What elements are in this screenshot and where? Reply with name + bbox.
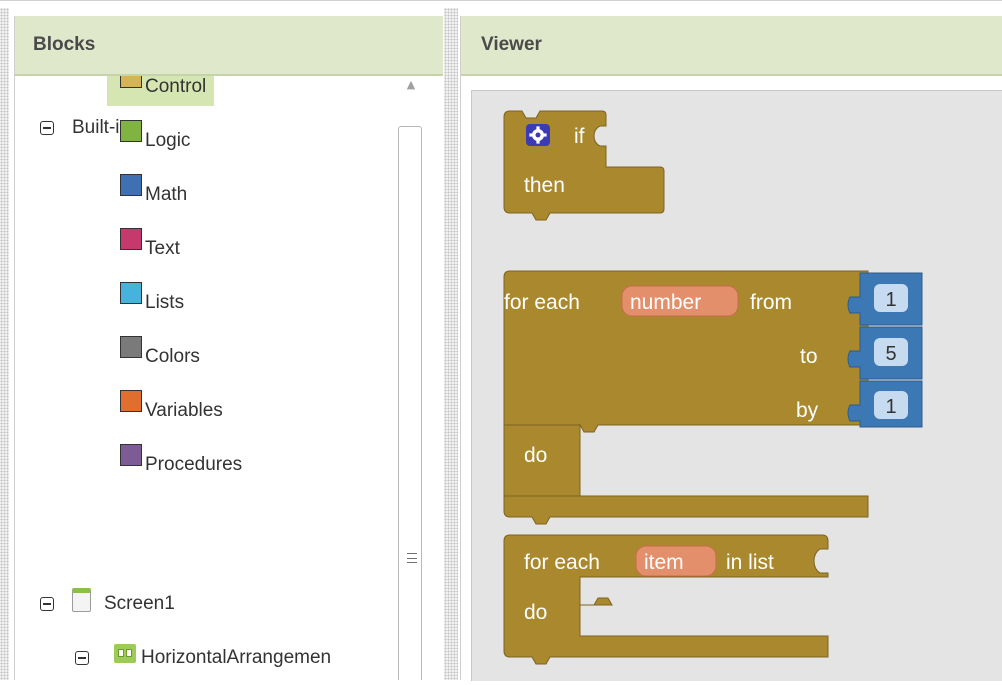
for-each-label: for each <box>504 291 580 314</box>
blocks-panel-title: Blocks <box>33 34 96 55</box>
from-label: from <box>750 291 792 314</box>
scrollbar-thumb[interactable] <box>398 126 422 680</box>
blocks-scrollbar[interactable]: ▲ <box>393 76 427 680</box>
for-each-number-block[interactable]: for each number from to by do 1 5 1 <box>503 270 923 525</box>
category-colors[interactable]: Colors <box>107 328 208 376</box>
category-label: Math <box>145 184 188 205</box>
if-label: if <box>574 125 585 148</box>
by-label: by <box>796 399 819 422</box>
screen-label: Screen1 <box>104 593 175 614</box>
if-then-block[interactable]: if then <box>503 110 665 221</box>
category-color-swatch-icon <box>120 282 142 304</box>
category-label: Variables <box>145 400 223 421</box>
category-variables[interactable]: Variables <box>107 382 231 430</box>
variable-item-label: item <box>644 551 684 574</box>
category-procedures[interactable]: Procedures <box>107 436 250 484</box>
from-value: 1 <box>885 289 896 311</box>
by-value: 1 <box>885 396 896 418</box>
category-color-swatch-icon <box>120 120 142 142</box>
category-math[interactable]: Math <box>107 166 195 214</box>
category-label: Lists <box>145 292 185 313</box>
window-top-border <box>0 0 1002 9</box>
blocks-workspace-svg[interactable]: if then for each number from to by do 1 … <box>472 91 1002 681</box>
category-label: Text <box>145 238 180 259</box>
collapse-toggle-icon[interactable] <box>40 121 54 135</box>
scroll-grip-icon <box>407 553 417 563</box>
then-label: then <box>524 174 565 197</box>
arrangement-label: HorizontalArrangemen <box>141 647 332 668</box>
category-color-swatch-icon <box>120 76 142 88</box>
collapse-toggle-icon[interactable] <box>40 597 54 611</box>
tree-item-screen1[interactable]: Screen1 <box>40 584 175 624</box>
category-color-swatch-icon <box>120 174 142 196</box>
to-value: 5 <box>885 343 896 365</box>
category-lists[interactable]: Lists <box>107 274 192 322</box>
in-list-label: in list <box>726 551 774 574</box>
category-label: Control <box>145 76 207 97</box>
variable-number-label: number <box>630 291 701 314</box>
scroll-up-arrow-icon[interactable]: ▲ <box>401 76 421 94</box>
collapse-toggle-icon[interactable] <box>75 651 89 665</box>
for-each-list-label: for each <box>524 551 600 574</box>
category-label: Procedures <box>145 454 243 475</box>
category-color-swatch-icon <box>120 228 142 250</box>
to-label: to <box>800 345 818 368</box>
viewer-panel: Viewer if then for each number from to b… <box>460 16 1002 681</box>
category-color-swatch-icon <box>120 336 142 358</box>
category-color-swatch-icon <box>120 444 142 466</box>
blocks-panel: Blocks Built-in Control Logic Math Text List… <box>14 16 443 680</box>
screen-icon <box>72 588 91 612</box>
category-label: Logic <box>145 130 191 151</box>
category-logic[interactable]: Logic <box>107 112 198 160</box>
panel-splitter[interactable] <box>444 8 458 680</box>
category-control[interactable]: Control <box>107 76 215 106</box>
category-color-swatch-icon <box>120 390 142 412</box>
left-frame-texture <box>0 8 9 680</box>
viewer-panel-title: Viewer <box>481 34 542 55</box>
tree-item-horizontal-arrangement[interactable]: HorizontalArrangemen <box>75 638 398 678</box>
category-text[interactable]: Text <box>107 220 188 268</box>
horizontal-arrangement-icon <box>114 643 136 663</box>
do-list-label: do <box>524 601 547 624</box>
category-label: Colors <box>145 346 200 367</box>
blocks-panel-header: Blocks <box>15 16 443 76</box>
do-label: do <box>524 444 547 467</box>
workspace-canvas[interactable]: if then for each number from to by do 1 … <box>471 90 1002 681</box>
blocks-tree: Built-in Control Logic Math Text Lists Colors… <box>15 76 398 680</box>
for-each-item-block[interactable]: for each item in list do <box>503 534 829 665</box>
viewer-panel-header: Viewer <box>461 16 1002 76</box>
